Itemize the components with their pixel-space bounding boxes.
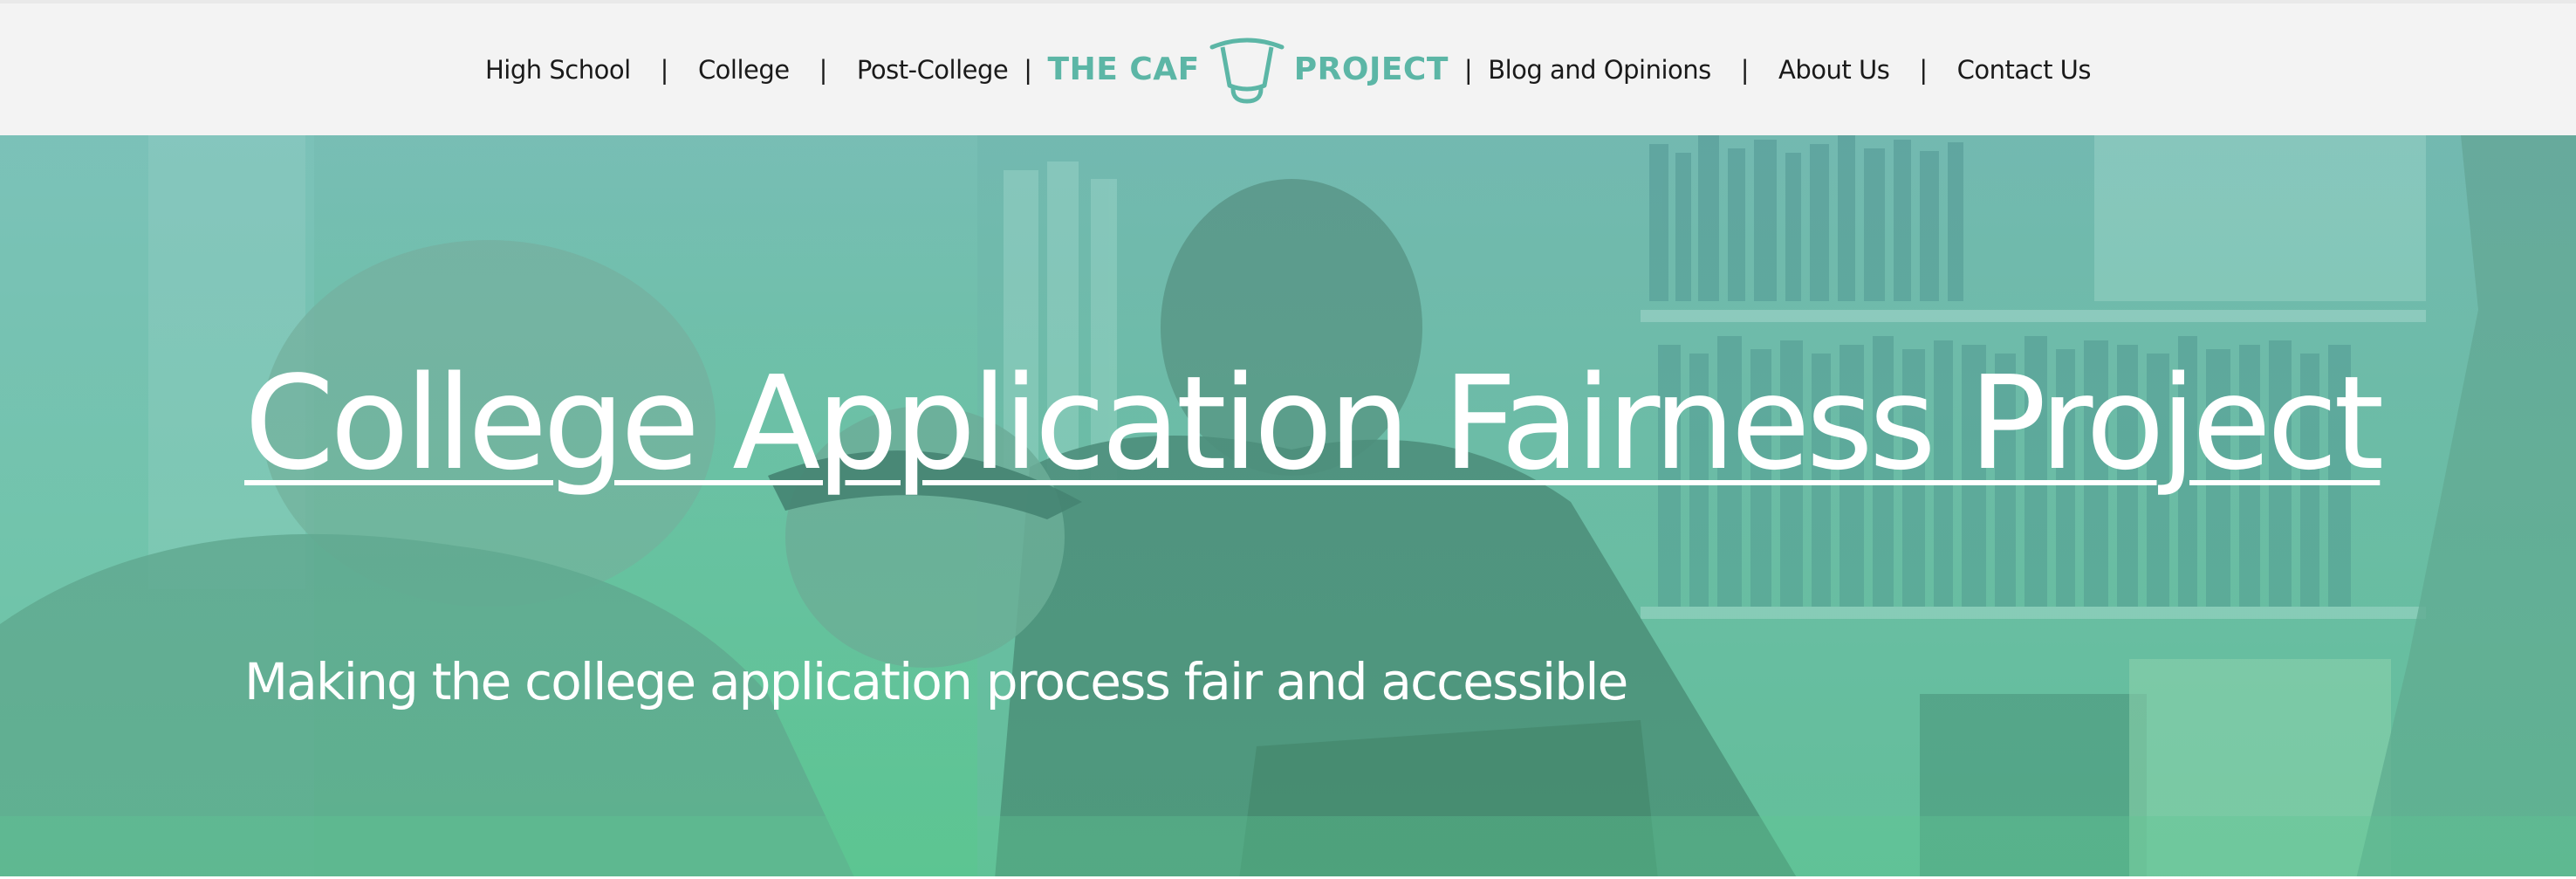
nav-separator: | — [819, 54, 828, 85]
nav-post-college[interactable]: Post-College — [857, 55, 1009, 85]
nav-separator: | — [1740, 54, 1750, 85]
hero-banner: College Application Fairness Project Mak… — [0, 135, 2576, 879]
site-logo[interactable]: THE CAF PROJECT — [1048, 35, 1449, 105]
logo-text-right: PROJECT — [1293, 52, 1449, 87]
hero-subtitle: Making the college application process f… — [244, 652, 1628, 711]
nav-high-school[interactable]: High School — [485, 55, 631, 85]
nav-separator: | — [1919, 54, 1928, 85]
nav-separator: | — [660, 54, 669, 85]
nav-separator: | — [1463, 54, 1473, 85]
cup-icon — [1209, 38, 1285, 104]
nav-contact-us[interactable]: Contact Us — [1957, 55, 2092, 85]
nav-separator: | — [1024, 54, 1032, 85]
nav-blog-and-opinions[interactable]: Blog and Opinions — [1488, 55, 1711, 85]
site-header: High School | College | Post-College | T… — [0, 3, 2576, 135]
hero-color-overlay — [0, 135, 2576, 879]
nav-college[interactable]: College — [698, 55, 790, 85]
main-nav: High School | College | Post-College | T… — [0, 3, 2576, 135]
nav-about-us[interactable]: About Us — [1778, 55, 1890, 85]
hero-title-link[interactable]: College Application Fairness Project — [244, 340, 2384, 506]
logo-text-left: THE CAF — [1047, 52, 1200, 87]
